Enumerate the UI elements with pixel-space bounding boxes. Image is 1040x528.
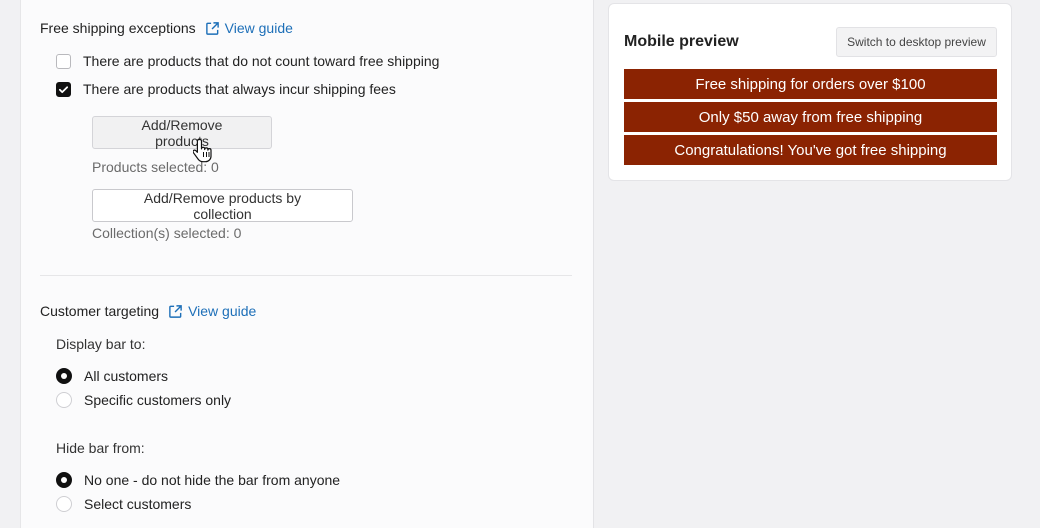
not-count-label: There are products that do not count tow… [83, 53, 440, 69]
add-remove-by-collection-button[interactable]: Add/Remove products by collection [92, 189, 353, 222]
view-guide-label: View guide [224, 20, 293, 36]
external-link-icon [169, 304, 182, 318]
hide-option-no-one[interactable]: No one - do not hide the bar from anyone [56, 472, 340, 488]
specific-customers-radio[interactable] [56, 392, 72, 408]
free-shipping-exceptions-title: Free shipping exceptions [40, 20, 196, 36]
always-fee-checkbox[interactable] [56, 81, 71, 97]
hand-pointer-cursor-icon [193, 138, 212, 163]
preview-bar-initial: Free shipping for orders over $100 [624, 69, 997, 99]
no-one-label: No one - do not hide the bar from anyone [84, 472, 341, 488]
mobile-preview-title: Mobile preview [624, 33, 739, 50]
add-remove-products-button[interactable]: Add/Remove products [92, 116, 272, 149]
all-customers-label: All customers [84, 368, 169, 384]
not-count-checkbox[interactable] [56, 53, 71, 69]
mobile-preview-card: Mobile preview Switch to desktop preview… [608, 3, 1012, 181]
preview-bar-progress: Only $50 away from free shipping [624, 102, 997, 132]
hide-bar-from-label: Hide bar from: [56, 440, 145, 456]
customer-targeting-title: Customer targeting [40, 303, 160, 319]
select-customers-label: Select customers [84, 496, 192, 512]
switch-to-desktop-preview-button[interactable]: Switch to desktop preview [836, 27, 997, 57]
no-one-radio[interactable] [56, 472, 72, 488]
customer-targeting-view-guide-link[interactable]: View guide [168, 303, 256, 319]
external-link-icon [205, 21, 219, 35]
display-bar-to-label: Display bar to: [56, 336, 146, 352]
all-customers-radio[interactable] [56, 368, 72, 384]
view-guide-label: View guide [188, 303, 257, 319]
always-fee-label: There are products that always incur shi… [83, 81, 396, 97]
free-shipping-exceptions-heading: Free shipping exceptions View guide [40, 20, 293, 36]
always-fee-option[interactable]: There are products that always incur shi… [56, 81, 396, 97]
preview-bar-achieved: Congratulations! You've got free shippin… [624, 135, 997, 165]
not-count-option[interactable]: There are products that do not count tow… [56, 53, 439, 69]
settings-panel: Free shipping exceptions View guide Ther… [20, 0, 594, 528]
free-shipping-view-guide-link[interactable]: View guide [205, 20, 293, 36]
customer-targeting-heading: Customer targeting View guide [40, 303, 256, 319]
display-option-specific-customers[interactable]: Specific customers only [56, 392, 231, 408]
section-divider [40, 275, 572, 276]
hide-option-select-customers[interactable]: Select customers [56, 496, 191, 512]
specific-customers-label: Specific customers only [84, 392, 232, 408]
display-option-all-customers[interactable]: All customers [56, 368, 168, 384]
checkmark-icon [58, 85, 69, 93]
select-customers-radio[interactable] [56, 496, 72, 512]
collections-selected-text: Collection(s) selected: 0 [92, 225, 242, 241]
